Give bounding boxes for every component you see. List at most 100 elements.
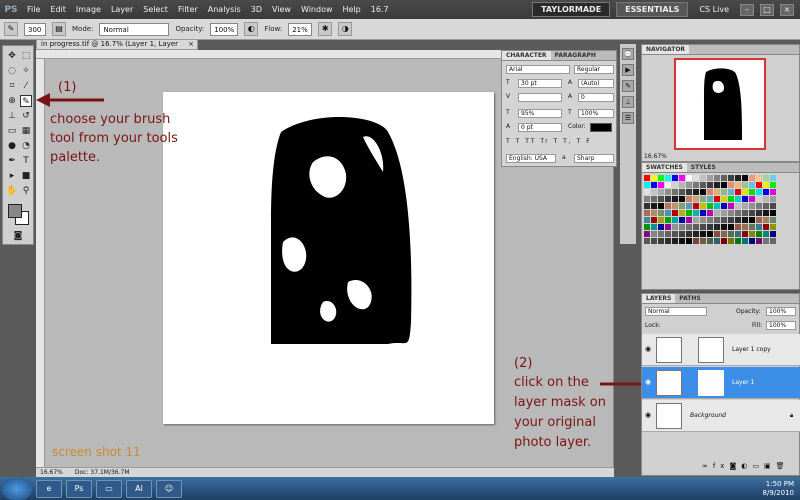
color-swatch[interactable] [707, 189, 713, 195]
color-swatch[interactable] [728, 182, 734, 188]
color-swatch[interactable] [693, 238, 699, 244]
color-swatch[interactable] [658, 238, 664, 244]
color-swatch[interactable] [721, 203, 727, 209]
dodge-tool-icon[interactable]: ◔ [20, 140, 32, 152]
marquee-tool-icon[interactable]: ⬚ [20, 50, 32, 62]
menu-edit[interactable]: Edit [45, 5, 71, 14]
color-swatch[interactable] [686, 175, 692, 181]
color-swatch[interactable] [700, 210, 706, 216]
color-swatch[interactable] [693, 175, 699, 181]
color-swatch[interactable] [686, 217, 692, 223]
color-swatch[interactable] [644, 217, 650, 223]
pen-tool-icon[interactable]: ✒ [6, 155, 18, 167]
color-swatch[interactable] [728, 210, 734, 216]
clone-source-icon[interactable]: ⊥ [622, 96, 634, 108]
tab-paths[interactable]: PATHS [675, 294, 704, 303]
color-swatch[interactable] [735, 175, 741, 181]
color-swatch[interactable] [756, 224, 762, 230]
color-swatch[interactable] [770, 189, 776, 195]
navigator-zoom[interactable]: 16.67% [644, 153, 667, 160]
visibility-eye-icon[interactable]: ◉ [645, 412, 653, 419]
foreground-color-swatch[interactable] [8, 204, 22, 218]
color-swatch[interactable] [721, 238, 727, 244]
color-swatch[interactable] [742, 238, 748, 244]
color-swatch[interactable] [672, 231, 678, 237]
taskbar-illustrator-icon[interactable]: Ai [126, 479, 152, 498]
color-swatch[interactable] [756, 182, 762, 188]
workspace-essentials-tab[interactable]: ESSENTIALS [616, 2, 689, 17]
color-swatch[interactable] [679, 196, 685, 202]
color-swatch[interactable] [749, 196, 755, 202]
pressure-opacity-icon[interactable]: ◐ [244, 22, 259, 36]
taskbar-messenger-icon[interactable]: ☺ [156, 479, 182, 498]
color-swatch[interactable] [742, 231, 748, 237]
color-swatch[interactable] [658, 182, 664, 188]
layer-thumbnail[interactable] [656, 337, 682, 363]
menu-image[interactable]: Image [71, 5, 106, 14]
color-swatch[interactable] [721, 196, 727, 202]
tab-paragraph[interactable]: PARAGRAPH [551, 51, 600, 60]
color-swatch[interactable] [700, 224, 706, 230]
color-swatch[interactable] [693, 217, 699, 223]
color-swatch[interactable] [644, 231, 650, 237]
color-swatch[interactable] [658, 210, 664, 216]
color-swatch[interactable] [700, 238, 706, 244]
color-swatch[interactable] [735, 217, 741, 223]
color-swatch[interactable] [686, 196, 692, 202]
color-swatch[interactable] [651, 203, 657, 209]
fx-icon[interactable]: fx [713, 462, 730, 470]
color-swatch[interactable] [707, 203, 713, 209]
leading-field[interactable]: (Auto) [578, 79, 614, 88]
color-swatch[interactable] [714, 189, 720, 195]
color-swatch[interactable] [742, 196, 748, 202]
blend-mode-select[interactable]: Normal [645, 307, 707, 316]
color-swatch[interactable] [770, 210, 776, 216]
opacity-field[interactable]: 100% [210, 22, 239, 36]
color-swatch[interactable] [728, 196, 734, 202]
layer-row-layer1-copy[interactable]: ◉ Layer 1 copy [642, 334, 800, 366]
color-swatch[interactable] [770, 231, 776, 237]
brush-size-field[interactable]: 300 [24, 22, 46, 36]
visibility-eye-icon[interactable]: ◉ [645, 379, 653, 386]
color-swatch[interactable] [700, 175, 706, 181]
color-swatch[interactable] [735, 210, 741, 216]
color-swatch[interactable] [693, 196, 699, 202]
color-swatch[interactable] [693, 224, 699, 230]
workspace-taylormade-tab[interactable]: TAYLORMADE [532, 2, 611, 17]
airbrush-icon[interactable]: ✱ [318, 22, 333, 36]
color-swatch[interactable] [679, 175, 685, 181]
flow-field[interactable]: 21% [288, 22, 313, 36]
color-swatch[interactable] [770, 203, 776, 209]
color-swatch[interactable] [756, 189, 762, 195]
color-swatch[interactable] [707, 224, 713, 230]
lasso-tool-icon[interactable]: ◌ [6, 65, 18, 77]
color-swatch[interactable] [686, 182, 692, 188]
color-swatch[interactable] [742, 224, 748, 230]
color-swatch[interactable] [658, 189, 664, 195]
color-swatch[interactable] [644, 203, 650, 209]
color-swatch[interactable] [714, 210, 720, 216]
color-swatch[interactable] [742, 203, 748, 209]
brush-panel-icon[interactable]: ▤ [52, 22, 66, 36]
color-swatch[interactable] [749, 203, 755, 209]
font-family-select[interactable]: Arial [506, 65, 570, 74]
small-caps-button[interactable]: Tr [540, 138, 549, 145]
color-swatch[interactable] [693, 203, 699, 209]
color-swatch[interactable] [721, 182, 727, 188]
color-swatch[interactable] [728, 189, 734, 195]
color-swatch[interactable] [714, 203, 720, 209]
subscript-button[interactable]: T, [563, 138, 573, 145]
kerning-field[interactable] [518, 93, 562, 102]
color-swatch[interactable] [679, 189, 685, 195]
horizontal-scale-field[interactable]: 100% [578, 109, 614, 118]
quick-mask-icon[interactable]: ◙ [12, 230, 24, 242]
color-swatch[interactable] [693, 182, 699, 188]
color-swatch[interactable] [686, 210, 692, 216]
brushes-icon[interactable]: ✎ [622, 80, 634, 92]
color-swatch[interactable] [672, 196, 678, 202]
new-layer-icon[interactable]: ▣ [764, 462, 776, 470]
color-swatch[interactable] [658, 217, 664, 223]
superscript-button[interactable]: T [554, 138, 560, 145]
color-swatch[interactable] [728, 231, 734, 237]
vertical-scale-field[interactable]: 95% [518, 109, 562, 118]
